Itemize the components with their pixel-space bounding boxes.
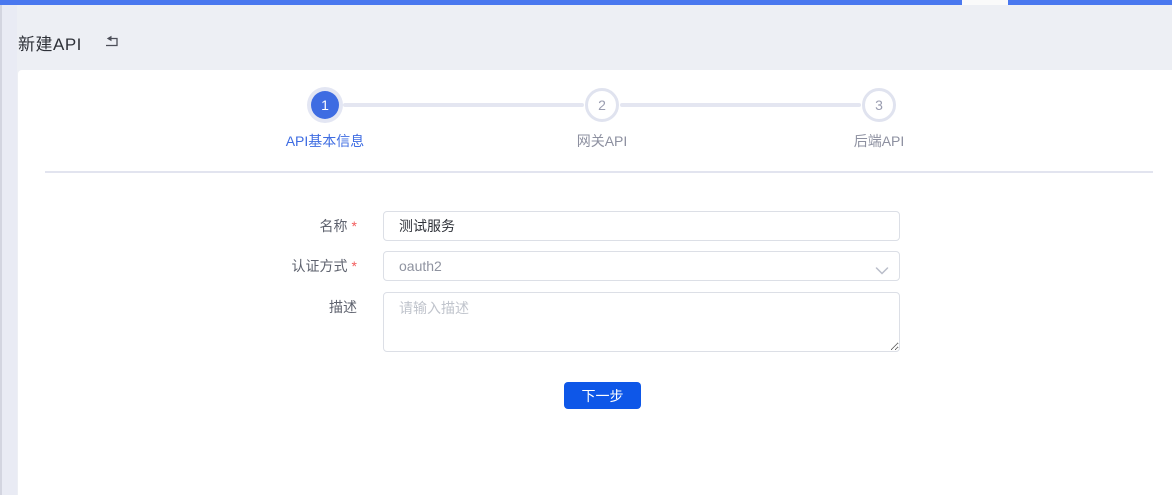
name-required-mark: * <box>352 218 357 234</box>
step-connector-1 <box>343 103 584 107</box>
auth-select-value: oauth2 <box>399 252 442 280</box>
step-1-circle[interactable]: 1 <box>311 91 339 119</box>
create-api-card: 1 2 3 API基本信息 网关API 后端API 名称* 认证方式* oaut… <box>18 70 1172 495</box>
chevron-down-icon <box>875 262 889 270</box>
next-step-button[interactable]: 下一步 <box>564 382 641 409</box>
step-2-label: 网关API <box>522 131 682 151</box>
desc-textarea[interactable] <box>383 292 900 352</box>
step-3-label: 后端API <box>799 131 959 151</box>
auth-label-text: 认证方式 <box>292 258 348 274</box>
left-gutter <box>0 5 17 495</box>
page-header: 新建API <box>0 5 1172 69</box>
undo-back-icon[interactable] <box>104 33 119 48</box>
step-1-label: API基本信息 <box>245 131 405 151</box>
step-connector-2 <box>620 103 861 107</box>
auth-label: 认证方式* <box>157 251 357 281</box>
auth-select[interactable]: oauth2 <box>383 251 900 281</box>
name-label-text: 名称 <box>320 218 348 234</box>
page-title: 新建API <box>18 30 82 55</box>
step-2-circle[interactable]: 2 <box>585 88 619 122</box>
auth-required-mark: * <box>352 258 357 274</box>
desc-label-text: 描述 <box>329 299 357 315</box>
name-input[interactable] <box>383 211 900 241</box>
name-label: 名称* <box>157 211 357 241</box>
desc-label: 描述 <box>157 292 357 322</box>
step-3-circle[interactable]: 3 <box>862 88 896 122</box>
section-divider <box>45 171 1153 173</box>
